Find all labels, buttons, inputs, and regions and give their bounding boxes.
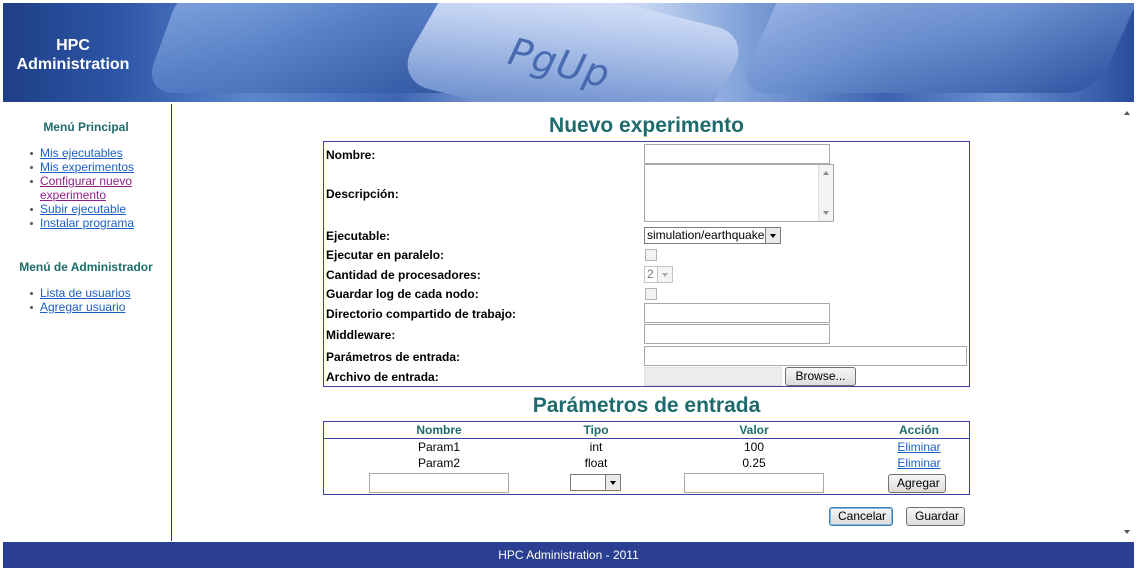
procesadores-label: Cantidad de procesadores:	[326, 268, 481, 282]
chevron-down-icon[interactable]	[765, 228, 780, 243]
scroll-up-arrow-icon[interactable]	[1124, 111, 1130, 115]
sidebar-item-lista-usuarios: Lista de usuarios	[26, 286, 131, 300]
cell-valor: 100	[743, 440, 765, 454]
new-param-valor-input[interactable]	[684, 473, 824, 493]
browse-button[interactable]: Browse...	[785, 367, 856, 386]
logo-line-2: Administration	[16, 56, 130, 73]
log-checkbox[interactable]	[645, 288, 657, 300]
ejecutable-selected-value: simulation/earthquake	[647, 228, 765, 242]
sidebar: Menú Principal Mis ejecutables Mis exper…	[0, 104, 172, 541]
sidebar-item-mis-ejecutables: Mis ejecutables	[26, 146, 136, 160]
cell-valor: 0.25	[742, 456, 766, 470]
cell-nombre: Param1	[417, 440, 461, 454]
paralelo-label: Ejecutar en paralelo:	[326, 248, 445, 262]
descripcion-label: Descripción:	[326, 187, 399, 201]
sidebar-item-subir-ejecutable: Subir ejecutable	[26, 202, 136, 216]
nombre-label: Nombre:	[326, 148, 376, 162]
keyboard-key-image	[736, 3, 1134, 93]
cancel-button[interactable]: Cancelar	[829, 507, 893, 526]
archivo-label: Archivo de entrada:	[326, 370, 439, 384]
new-param-tipo-select[interactable]	[570, 474, 621, 491]
scroll-down-arrow-icon[interactable]	[823, 211, 829, 215]
admin-menu: Lista de usuarios Agregar usuario	[26, 286, 131, 314]
sidebar-item-agregar-usuario: Agregar usuario	[26, 300, 131, 314]
descripcion-textarea[interactable]	[644, 164, 834, 222]
sidebar-link-instalar-programa[interactable]: Instalar programa	[40, 216, 134, 230]
cell-accion: Eliminar	[884, 456, 954, 470]
archivo-path-field[interactable]	[644, 367, 782, 386]
main-menu: Mis ejecutables Mis experimentos Configu…	[26, 146, 136, 230]
chevron-down-icon[interactable]	[605, 475, 620, 490]
sidebar-link-agregar-usuario[interactable]: Agregar usuario	[40, 300, 125, 314]
middleware-input[interactable]	[644, 324, 830, 344]
parametros-input[interactable]	[644, 346, 967, 366]
textarea-scrollbar[interactable]	[818, 165, 833, 221]
sidebar-item-configurar-experimento: Configurar nuevo experimento	[26, 174, 136, 202]
cell-tipo: float	[584, 456, 608, 470]
col-header-tipo: Tipo	[583, 423, 609, 437]
admin-menu-title: Menú de Administrador	[19, 260, 153, 274]
page-scrollbar[interactable]	[1119, 104, 1136, 541]
chevron-down-icon[interactable]	[657, 267, 672, 282]
col-header-nombre: Nombre	[416, 423, 462, 437]
page-title: Nuevo experimento	[549, 114, 744, 137]
sidebar-link-lista-usuarios[interactable]: Lista de usuarios	[40, 286, 131, 300]
header-divider	[324, 438, 969, 439]
scroll-up-arrow-icon[interactable]	[823, 171, 829, 175]
footer: HPC Administration - 2011	[3, 542, 1134, 568]
log-label: Guardar log de cada nodo:	[326, 287, 479, 301]
procesadores-select[interactable]: 2	[644, 266, 673, 283]
col-header-accion: Acción	[898, 423, 939, 437]
site-logo: HPC Administration	[3, 36, 143, 74]
scroll-down-arrow-icon[interactable]	[1124, 530, 1130, 534]
logo-line-1: HPC	[56, 37, 90, 54]
directorio-label: Directorio compartido de trabajo:	[326, 307, 517, 321]
delete-link[interactable]: Eliminar	[897, 440, 940, 454]
delete-link[interactable]: Eliminar	[897, 456, 940, 470]
params-section-title: Parámetros de entrada	[532, 394, 761, 417]
new-param-nombre-input[interactable]	[369, 473, 509, 493]
main-menu-title: Menú Principal	[43, 120, 129, 134]
sidebar-item-mis-experimentos: Mis experimentos	[26, 160, 136, 174]
middleware-label: Middleware:	[326, 328, 396, 342]
sidebar-link-mis-experimentos[interactable]: Mis experimentos	[40, 160, 134, 174]
col-header-valor: Valor	[739, 423, 769, 437]
add-param-button[interactable]: Agregar	[888, 474, 946, 493]
nombre-input[interactable]	[644, 144, 830, 164]
sidebar-item-instalar-programa: Instalar programa	[26, 216, 136, 230]
ejecutable-select[interactable]: simulation/earthquake	[644, 227, 781, 244]
paralelo-checkbox[interactable]	[645, 249, 657, 261]
cell-tipo: int	[589, 440, 603, 454]
cell-nombre: Param2	[417, 456, 461, 470]
experiment-form: Nombre: Descripción: Ejecutable: simulat…	[323, 141, 970, 387]
sidebar-link-subir-ejecutable[interactable]: Subir ejecutable	[40, 202, 126, 216]
params-table: Nombre Tipo Valor Acción Param1 int 100 …	[323, 421, 970, 495]
save-button[interactable]: Guardar	[906, 507, 965, 526]
directorio-input[interactable]	[644, 303, 830, 323]
sidebar-link-mis-ejecutables[interactable]: Mis ejecutables	[40, 146, 123, 160]
header-banner: PgUp HPC Administration	[3, 3, 1134, 102]
main-content: Nuevo experimento Nombre: Descripción: E…	[173, 104, 1118, 541]
cell-accion: Eliminar	[884, 440, 954, 454]
parametros-label: Parámetros de entrada:	[326, 350, 461, 364]
ejecutable-label: Ejecutable:	[326, 229, 391, 243]
procesadores-selected-value: 2	[647, 267, 654, 281]
sidebar-link-configurar-experimento[interactable]: Configurar nuevo experimento	[40, 174, 132, 202]
